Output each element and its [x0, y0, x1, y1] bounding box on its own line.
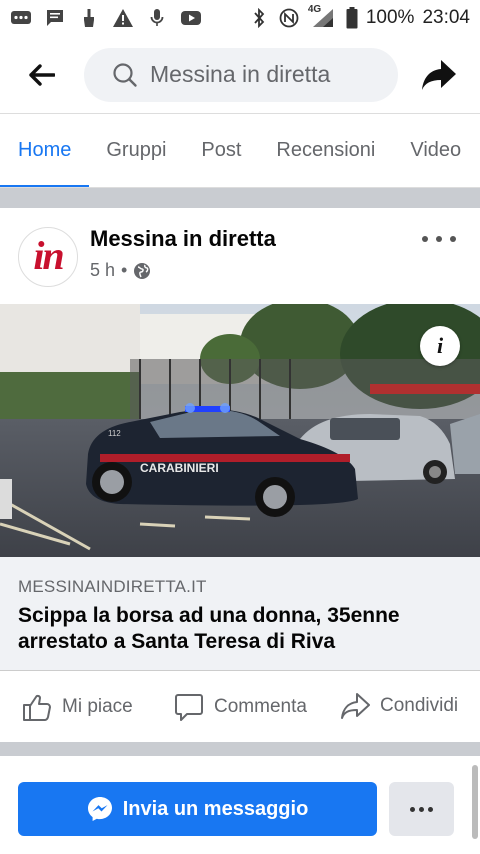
like-label: Mi piace — [62, 696, 133, 717]
clock: 23:04 — [422, 7, 470, 28]
bluetooth-icon — [248, 8, 270, 28]
divider — [0, 188, 480, 208]
page-tabs: Home Gruppi Post Recensioni Video — [0, 114, 480, 188]
messenger-icon — [87, 797, 112, 821]
link-domain: MESSINAINDIRETTA.IT — [18, 577, 207, 596]
youtube-icon — [180, 8, 202, 28]
search-placeholder: Messina in diretta — [150, 61, 331, 87]
tab-gruppi[interactable]: Gruppi — [106, 114, 166, 187]
tab-video[interactable]: Video — [410, 114, 461, 187]
brush-icon — [78, 8, 100, 28]
post-photo[interactable]: CARABINIERI 112 i — [0, 304, 480, 557]
divider — [0, 742, 480, 756]
post-options-button[interactable] — [422, 228, 456, 250]
search-input[interactable]: Messina in diretta — [84, 47, 398, 102]
signal-icon: 4G — [308, 4, 338, 28]
messages-icon — [10, 8, 32, 28]
tab-home[interactable]: Home — [0, 114, 90, 187]
globe-icon — [134, 262, 151, 279]
meta-separator: • — [121, 260, 128, 280]
thumbs-up-icon — [23, 694, 51, 721]
like-button[interactable]: Mi piace — [22, 692, 133, 722]
post-time[interactable]: 5 h — [90, 260, 115, 281]
post-header: in Messina in diretta 5 h • — [0, 208, 480, 304]
top-bar: Messina in diretta — [0, 36, 480, 114]
send-message-label: Invia un messaggio — [122, 797, 309, 820]
mic-icon — [146, 8, 168, 28]
tab-post[interactable]: Post — [201, 114, 241, 187]
share-label: Condividi — [380, 695, 459, 716]
comment-icon — [175, 694, 203, 721]
comment-button[interactable]: Commenta — [174, 692, 307, 722]
search-icon — [113, 62, 137, 87]
link-title: Scippa la borsa ad una donna, 35enne arr… — [18, 604, 400, 653]
battery-icon — [346, 7, 358, 29]
info-button[interactable]: i — [420, 326, 460, 366]
car-lettering: CARABINIERI — [140, 461, 219, 475]
back-arrow-icon — [29, 63, 55, 86]
post-actions: Mi piace Commenta Condividi — [0, 672, 480, 742]
car-number: 112 — [108, 429, 121, 438]
info-icon: i — [436, 333, 444, 358]
back-button[interactable] — [0, 36, 84, 114]
scrollbar[interactable] — [472, 765, 478, 839]
post-meta: 5 h • — [90, 260, 151, 281]
share-arrow-icon — [422, 59, 456, 90]
share-page-button[interactable] — [398, 36, 480, 114]
avatar-logo: in — [33, 232, 64, 278]
tab-recensioni[interactable]: Recensioni — [276, 114, 375, 187]
post-author[interactable]: Messina in diretta — [90, 226, 276, 252]
warning-icon — [112, 8, 134, 28]
status-bar: 4G 100% 23:04 — [0, 0, 480, 36]
share-icon — [341, 693, 370, 719]
more-options-button[interactable] — [389, 782, 454, 836]
chat-icon — [44, 8, 66, 28]
share-button[interactable]: Condividi — [340, 692, 458, 720]
comment-label: Commenta — [214, 696, 307, 717]
battery-level: 100% — [365, 7, 415, 28]
avatar[interactable]: in — [18, 227, 78, 287]
link-preview[interactable]: MESSINAINDIRETTA.IT Scippa la borsa ad u… — [0, 557, 480, 671]
send-message-button[interactable]: Invia un messaggio — [18, 782, 377, 836]
nfc-icon — [278, 8, 300, 28]
